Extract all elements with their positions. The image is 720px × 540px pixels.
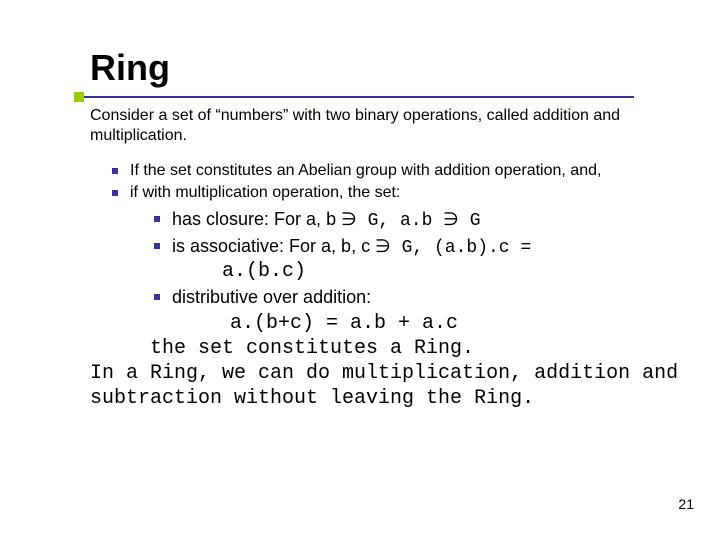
conclusion-text: In a Ring, we can do multiplication, add…: [90, 362, 678, 410]
closure-text-pre: has closure: For a, b: [172, 209, 336, 229]
title-area: Ring: [80, 50, 690, 86]
body-content: Consider a set of “numbers” with two bin…: [90, 106, 690, 411]
page-title: Ring: [90, 50, 690, 86]
distributive-label: distributive over addition:: [172, 287, 371, 307]
slide: Ring Consider a set of “numbers” with tw…: [0, 0, 720, 540]
element-of-icon: ∈: [443, 208, 459, 231]
intro-paragraph: Consider a set of “numbers” with two bin…: [90, 106, 690, 147]
list-item-text: if with multiplication operation, the se…: [130, 184, 400, 201]
element-of-icon: ∈: [341, 208, 357, 231]
element-of-icon: ∈: [375, 235, 391, 258]
accent-square-icon: [74, 92, 84, 102]
conclusion-block: In a Ring, we can do multiplication, add…: [90, 361, 690, 411]
equation-block: a.(b+c) = a.b + a.c the set constitutes …: [150, 311, 690, 361]
closure-text-end: G: [470, 211, 481, 231]
outer-list: If the set constitutes an Abelian group …: [112, 161, 690, 204]
list-item: if with multiplication operation, the se…: [112, 183, 690, 203]
assoc-continuation: a.(b.c): [222, 260, 690, 284]
assoc-text-mid: G, (a.b).c =: [402, 238, 532, 258]
list-item-text: If the set constitutes an Abelian group …: [130, 162, 601, 179]
equation-line: a.(b+c) = a.b + a.c: [230, 311, 690, 336]
assoc-text-pre: is associative: For a, b, c: [172, 236, 370, 256]
closure-text-mid: G, a.b: [368, 211, 433, 231]
list-item: has closure: For a, b ∈ G, a.b ∈ G: [154, 208, 690, 233]
list-item: If the set constitutes an Abelian group …: [112, 161, 690, 181]
list-item: is associative: For a, b, c ∈ G, (a.b).c…: [154, 235, 690, 284]
title-underline: [84, 96, 634, 98]
list-item: distributive over addition:: [154, 286, 690, 309]
inner-list: has closure: For a, b ∈ G, a.b ∈ G is as…: [154, 208, 690, 309]
conclusion-line-1: the set constitutes a Ring.: [150, 336, 690, 361]
page-number: 21: [678, 496, 694, 512]
